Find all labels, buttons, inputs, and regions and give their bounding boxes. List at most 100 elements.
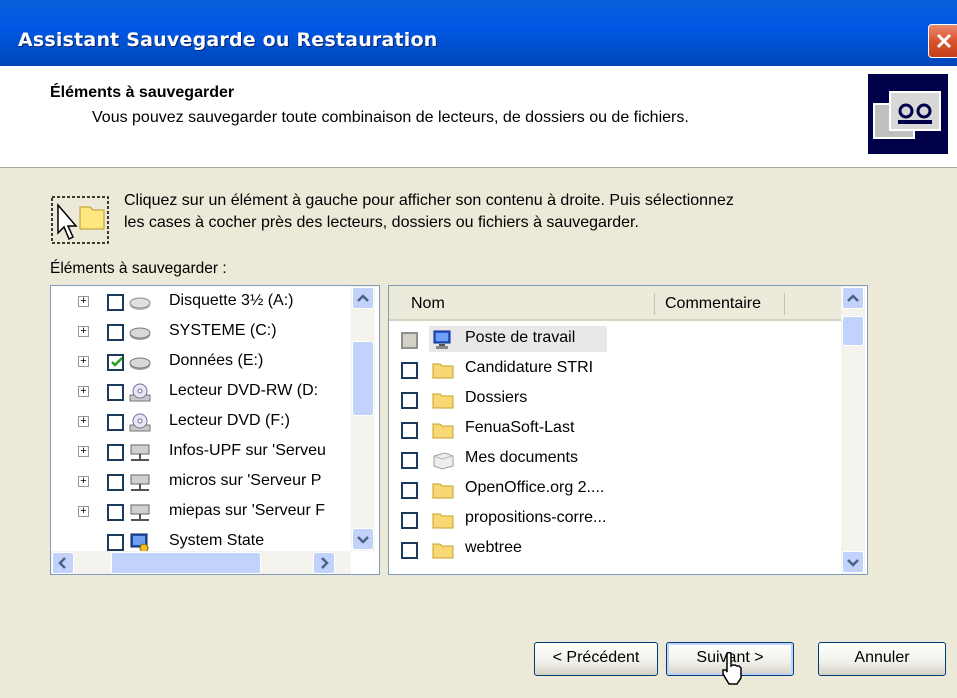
column-name-header[interactable]: Nom bbox=[411, 295, 445, 313]
expand-icon[interactable]: + bbox=[78, 416, 89, 427]
tree-item-label: Infos-UPF sur 'Serveu bbox=[169, 442, 326, 459]
tree-item-label: SYSTEME (C:) bbox=[169, 322, 277, 339]
list-item-label: webtree bbox=[465, 539, 522, 556]
chevron-left-icon bbox=[58, 557, 66, 569]
list-item-checkbox[interactable] bbox=[401, 512, 418, 529]
tree-item-checkbox[interactable] bbox=[107, 414, 124, 431]
folder-icon bbox=[432, 423, 454, 439]
scroll-left-button[interactable] bbox=[52, 552, 74, 574]
tree-item-checkbox[interactable] bbox=[107, 324, 124, 341]
scroll-down-button[interactable] bbox=[842, 551, 864, 573]
tree-item[interactable]: + SYSTEME (C:) bbox=[51, 318, 351, 348]
expand-icon[interactable]: + bbox=[78, 446, 89, 457]
folder-icon bbox=[432, 393, 454, 409]
scroll-up-button[interactable] bbox=[842, 287, 864, 309]
column-header: Nom Commentaire bbox=[389, 286, 841, 321]
folder-icon bbox=[432, 513, 454, 529]
tree-label: Éléments à sauvegarder : bbox=[50, 260, 227, 277]
backup-icon bbox=[868, 74, 948, 154]
scroll-up-button[interactable] bbox=[352, 287, 374, 309]
list-item-label: Poste de travail bbox=[465, 329, 576, 346]
tree-item-label: micros sur 'Serveur P bbox=[169, 472, 322, 489]
tree-item-label: Lecteur DVD (F:) bbox=[169, 412, 290, 429]
tree-horizontal-scrollbar[interactable] bbox=[51, 551, 351, 574]
close-button[interactable] bbox=[928, 24, 957, 58]
scroll-right-button[interactable] bbox=[313, 552, 335, 574]
list-item-checkbox[interactable] bbox=[401, 422, 418, 439]
list-item[interactable]: Mes documents bbox=[389, 444, 841, 474]
folder-icon bbox=[432, 363, 454, 379]
scroll-down-button[interactable] bbox=[352, 528, 374, 550]
network-drive-icon bbox=[130, 504, 150, 521]
list-item[interactable]: Dossiers bbox=[389, 384, 841, 414]
list-item-checkbox[interactable] bbox=[401, 362, 418, 379]
tree-vertical-scrollbar[interactable] bbox=[351, 286, 375, 551]
system-state-icon bbox=[130, 533, 149, 553]
drive-tree[interactable]: + Disquette 3½ (A:) + SYSTEME (C:) + Don… bbox=[50, 285, 380, 575]
checkmark-icon bbox=[111, 357, 123, 367]
list-item[interactable]: Candidature STRI bbox=[389, 354, 841, 384]
tree-item[interactable]: + micros sur 'Serveur P bbox=[51, 468, 351, 498]
tree-item-checkbox[interactable] bbox=[107, 384, 124, 401]
tree-item-checkbox[interactable] bbox=[107, 474, 124, 491]
my-documents-icon bbox=[433, 452, 454, 470]
list-item[interactable]: Poste de travail bbox=[389, 324, 841, 354]
tree-item-checkbox[interactable] bbox=[107, 504, 124, 521]
column-separator[interactable] bbox=[654, 293, 655, 315]
instructions-line-1: Cliquez sur un élément à gauche pour aff… bbox=[124, 192, 734, 209]
list-item-checkbox[interactable] bbox=[401, 332, 418, 349]
tree-item[interactable]: + Lecteur DVD-RW (D: bbox=[51, 378, 351, 408]
column-comment-header[interactable]: Commentaire bbox=[665, 295, 761, 313]
tree-item[interactable]: + Lecteur DVD (F:) bbox=[51, 408, 351, 438]
expand-icon[interactable]: + bbox=[78, 356, 89, 367]
tree-item-label: System State bbox=[169, 532, 265, 549]
tree-item-label: miepas sur 'Serveur F bbox=[169, 502, 325, 519]
hard-drive-icon bbox=[129, 327, 151, 340]
tree-item[interactable]: + Disquette 3½ (A:) bbox=[51, 288, 351, 318]
dvd-drive-icon bbox=[129, 413, 151, 432]
expand-icon[interactable]: + bbox=[78, 386, 89, 397]
content-vertical-scrollbar[interactable] bbox=[841, 286, 865, 574]
list-item-checkbox[interactable] bbox=[401, 542, 418, 559]
expand-icon[interactable]: + bbox=[78, 476, 89, 487]
back-button[interactable]: < Précédent bbox=[534, 642, 658, 676]
tree-item-checkbox[interactable] bbox=[107, 444, 124, 461]
list-item-checkbox[interactable] bbox=[401, 452, 418, 469]
tree-item-checkbox[interactable] bbox=[107, 534, 124, 551]
list-item[interactable]: webtree bbox=[389, 534, 841, 564]
network-drive-icon bbox=[130, 444, 150, 461]
network-drive-icon bbox=[130, 474, 150, 491]
cancel-button[interactable]: Annuler bbox=[818, 642, 946, 676]
scroll-thumb[interactable] bbox=[842, 316, 864, 346]
list-item[interactable]: FenuaSoft-Last bbox=[389, 414, 841, 444]
list-item[interactable]: OpenOffice.org 2.... bbox=[389, 474, 841, 504]
instructions-line-2: les cases à cocher près des lecteurs, do… bbox=[124, 214, 639, 231]
list-item-checkbox[interactable] bbox=[401, 392, 418, 409]
wizard-header: Éléments à sauvegarder Vous pouvez sauve… bbox=[0, 66, 957, 168]
expand-icon[interactable]: + bbox=[78, 326, 89, 337]
column-separator[interactable] bbox=[784, 293, 785, 315]
tree-item-checkbox[interactable] bbox=[107, 294, 124, 311]
chevron-down-icon bbox=[847, 559, 859, 567]
tree-item-checkbox[interactable] bbox=[107, 354, 124, 371]
list-item-label: OpenOffice.org 2.... bbox=[465, 479, 605, 496]
list-item-label: Candidature STRI bbox=[465, 359, 594, 376]
scroll-thumb[interactable] bbox=[352, 341, 374, 416]
expand-icon[interactable]: + bbox=[78, 296, 89, 307]
window-title: Assistant Sauvegarde ou Restauration bbox=[18, 29, 438, 51]
folder-icon bbox=[432, 483, 454, 499]
list-item[interactable]: propositions-corre... bbox=[389, 504, 841, 534]
tree-item[interactable]: + Infos-UPF sur 'Serveu bbox=[51, 438, 351, 468]
expand-icon[interactable]: + bbox=[78, 506, 89, 517]
list-item-checkbox[interactable] bbox=[401, 482, 418, 499]
chevron-down-icon bbox=[357, 536, 369, 544]
click-hint-icon bbox=[50, 195, 114, 247]
tree-item[interactable]: + miepas sur 'Serveur F bbox=[51, 498, 351, 528]
dvd-drive-icon bbox=[129, 383, 151, 402]
list-item-label: Dossiers bbox=[465, 389, 528, 406]
content-list[interactable]: Nom Commentaire Poste de travail Candida… bbox=[388, 285, 868, 575]
hand-cursor-icon bbox=[722, 652, 742, 685]
scroll-thumb[interactable] bbox=[111, 552, 261, 574]
tree-item[interactable]: + Données (E:) bbox=[51, 348, 351, 378]
page-title: Éléments à sauvegarder bbox=[50, 84, 235, 101]
